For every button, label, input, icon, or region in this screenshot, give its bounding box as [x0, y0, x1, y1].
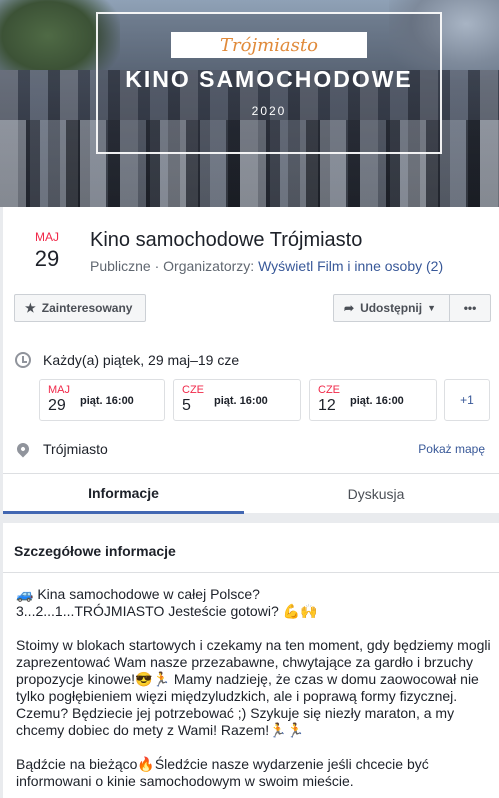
- occurrence-month: MAJ: [48, 384, 70, 396]
- tab-discussion[interactable]: Dyskusja: [252, 474, 499, 514]
- meta-separator: ·: [154, 258, 164, 274]
- star-icon: ★: [25, 301, 36, 315]
- other-organizers-link[interactable]: i inne osoby (2): [347, 258, 443, 274]
- occurrence-day: 29: [48, 397, 66, 414]
- share-button[interactable]: ➦ Udostępnij ▼: [333, 294, 450, 322]
- cover-year: 2020: [251, 104, 287, 118]
- cover-banner: Trójmiasto: [171, 32, 367, 58]
- share-label: Udostępnij: [360, 301, 423, 315]
- interested-label: Zainteresowany: [41, 301, 133, 315]
- location-pin-icon: [14, 440, 32, 458]
- more-options-button[interactable]: •••: [449, 294, 491, 322]
- tab-information[interactable]: Informacje: [3, 474, 244, 514]
- details-description: 🚙 Kina samochodowe w całej Polsce? 3...2…: [16, 586, 494, 798]
- date-badge-day: 29: [34, 246, 60, 271]
- privacy-label: Publiczne: [90, 258, 151, 274]
- occurrence-time: piąt. 16:00: [214, 395, 268, 407]
- occurrence-card[interactable]: CZE 5 piąt. 16:00: [173, 379, 301, 421]
- description-paragraph: Stoimy w blokach startowych i czekamy na…: [16, 637, 491, 738]
- occurrence-day: 5: [182, 397, 191, 414]
- occurrence-time: piąt. 16:00: [350, 395, 404, 407]
- interested-button[interactable]: ★ Zainteresowany: [14, 294, 146, 322]
- occurrence-time: piąt. 16:00: [80, 395, 134, 407]
- event-title: Kino samochodowe Trójmiasto: [90, 229, 363, 251]
- cover-banner-text: Trójmiasto: [220, 34, 318, 56]
- cover-headline: KINO SAMOCHODOWE: [125, 66, 413, 92]
- organizer-link[interactable]: Wyświetl Film: [258, 258, 343, 274]
- event-cover-image[interactable]: Trójmiasto KINO SAMOCHODOWE 2020: [0, 0, 499, 207]
- description-line: 🚙 Kina samochodowe w całej Polsce?: [16, 586, 260, 602]
- event-header-card: MAJ 29 Kino samochodowe Trójmiasto Publi…: [3, 207, 499, 514]
- date-badge: MAJ 29: [27, 230, 67, 272]
- date-badge-month: MAJ: [35, 230, 59, 244]
- occurrence-card[interactable]: CZE 12 piąt. 16:00: [309, 379, 437, 421]
- occurrence-card[interactable]: MAJ 29 piąt. 16:00: [39, 379, 165, 421]
- show-map-link[interactable]: Pokaż mapę: [418, 442, 485, 456]
- occurrence-day: 12: [318, 397, 336, 414]
- details-heading: Szczegółowe informacje: [14, 543, 176, 559]
- occurrence-month: CZE: [318, 384, 340, 396]
- details-divider: [3, 572, 499, 573]
- chevron-down-icon: ▼: [427, 303, 436, 313]
- event-tabs: Informacje Dyskusja: [3, 473, 499, 514]
- organizers-label: Organizatorzy:: [163, 258, 255, 274]
- details-card: Szczegółowe informacje 🚙 Kina samochodow…: [3, 523, 499, 798]
- description-paragraph: Bądźcie na bieżąco🔥Śledźcie nasze wydarz…: [16, 756, 429, 789]
- more-occurrences-button[interactable]: +1: [444, 379, 490, 421]
- location-name: Trójmiasto: [43, 441, 108, 457]
- clock-icon: [15, 352, 31, 368]
- occurrence-month: CZE: [182, 384, 204, 396]
- location-row: Trójmiasto: [14, 440, 108, 458]
- share-arrow-icon: ➦: [344, 301, 355, 315]
- event-meta: Publiczne · Organizatorzy: Wyświetl Film…: [90, 258, 443, 274]
- description-line: 3...2...1...TRÓJMIASTO Jesteście gotowi?…: [16, 603, 318, 619]
- schedule-row: Każdy(a) piątek, 29 maj–19 cze: [15, 352, 239, 368]
- more-options-icon: •••: [463, 301, 477, 315]
- schedule-summary: Każdy(a) piątek, 29 maj–19 cze: [43, 352, 240, 368]
